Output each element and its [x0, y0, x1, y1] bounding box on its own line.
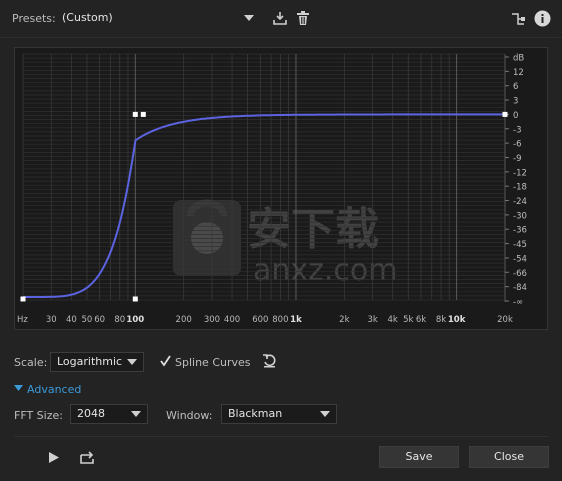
freq-tick-label: 1k: [290, 315, 302, 325]
freq-tick-label: 400: [224, 315, 240, 325]
reset-icon[interactable]: [262, 353, 277, 368]
db-tick-label: -84: [513, 283, 527, 293]
db-tick-label: 12: [513, 68, 524, 78]
freq-tick-label: 800: [272, 315, 288, 325]
caret-down-icon[interactable]: [14, 385, 23, 392]
chevron-down-icon: [131, 411, 141, 417]
info-icon[interactable]: [534, 10, 551, 27]
trash-icon[interactable]: [296, 10, 310, 26]
presets-label: Presets:: [12, 12, 56, 25]
freq-tick-label: 5k: [403, 315, 413, 325]
scale-label: Scale:: [14, 356, 48, 369]
presets-dropdown[interactable]: (Custom): [56, 9, 260, 29]
watermark-text: 安下载: [247, 204, 379, 255]
scale-dropdown[interactable]: Logarithmic: [50, 352, 144, 372]
db-tick-label: -12: [513, 168, 527, 178]
play-icon[interactable]: [48, 451, 60, 464]
db-tick-label: -54: [513, 254, 527, 264]
presets-value: (Custom): [62, 11, 113, 24]
freq-tick-label: 4k: [388, 315, 398, 325]
freq-tick-label: 60: [94, 315, 105, 325]
chevron-down-icon: [320, 411, 330, 417]
freq-tick-label: 200: [176, 315, 192, 325]
fft-size-dropdown[interactable]: 2048: [70, 404, 148, 424]
watermark-shape: [191, 222, 223, 254]
fft-size-value: 2048: [77, 407, 105, 420]
control-point[interactable]: [132, 111, 138, 117]
loop-icon[interactable]: [79, 450, 95, 465]
eq-graph-canvas[interactable]: 安下载anxz.comdB12630-3-6-9-12-18-24-30-36-…: [15, 48, 547, 329]
db-tick-label: 0: [513, 111, 518, 121]
control-point[interactable]: [502, 111, 508, 117]
save-button[interactable]: Save: [379, 446, 459, 468]
freq-tick-label: Hz: [17, 315, 28, 325]
freq-tick-label: 3k: [367, 315, 377, 325]
freq-tick-label: 40: [66, 315, 77, 325]
window-label: Window:: [166, 409, 213, 422]
db-tick-label: -30: [513, 211, 527, 221]
freq-tick-label: 10k: [448, 315, 466, 325]
db-tick-label: -66: [513, 269, 527, 279]
db-tick-label: 3: [513, 97, 518, 107]
db-tick-label: -3: [513, 125, 521, 135]
window-dropdown[interactable]: Blackman: [221, 404, 337, 424]
control-point[interactable]: [140, 111, 146, 117]
db-tick-label: dB: [513, 54, 524, 64]
routing-icon[interactable]: [510, 11, 526, 27]
divider: [14, 436, 548, 437]
save-preset-icon[interactable]: [272, 10, 288, 26]
db-tick-label: -36: [513, 226, 527, 236]
db-tick-label: 6: [513, 82, 518, 92]
window-value: Blackman: [228, 407, 283, 420]
freq-tick-label: 20k: [497, 315, 513, 325]
divider: [0, 37, 562, 38]
chevron-down-icon: [127, 359, 137, 365]
chevron-down-icon: [244, 15, 254, 21]
control-point[interactable]: [132, 296, 138, 302]
control-point[interactable]: [20, 296, 26, 302]
freq-tick-label: 600: [252, 315, 268, 325]
freq-tick-label: 2k: [339, 315, 349, 325]
scale-value: Logarithmic: [57, 355, 123, 368]
spline-label: Spline Curves: [175, 356, 251, 369]
close-button[interactable]: Close: [469, 446, 549, 468]
db-tick-label: -18: [513, 183, 527, 193]
db-tick-label: -9: [513, 154, 521, 164]
freq-tick-label: 300: [204, 315, 220, 325]
db-tick-label: -45: [513, 240, 527, 250]
freq-tick-label: 100: [126, 315, 144, 325]
freq-tick-label: 30: [46, 315, 57, 325]
freq-tick-label: 50: [82, 315, 93, 325]
freq-tick-label: 80: [114, 315, 125, 325]
spline-checkbox[interactable]: [159, 354, 172, 367]
db-tick-label: -24: [513, 197, 527, 207]
advanced-toggle[interactable]: Advanced: [27, 383, 81, 396]
eq-graph[interactable]: 安下载 anxz.com dB 12 6 3 0 -3 -6 -9 -12 -18 -24 -30 -36-…: [14, 47, 548, 330]
freq-tick-label: 6k: [416, 315, 426, 325]
watermark-text: anxz.com: [253, 253, 398, 288]
db-tick-label: -6: [513, 140, 521, 150]
db-tick-label: -∞: [513, 298, 523, 308]
fft-size-label: FFT Size:: [14, 409, 63, 422]
freq-tick-label: 8k: [436, 315, 446, 325]
watermark-logo: [173, 199, 241, 276]
